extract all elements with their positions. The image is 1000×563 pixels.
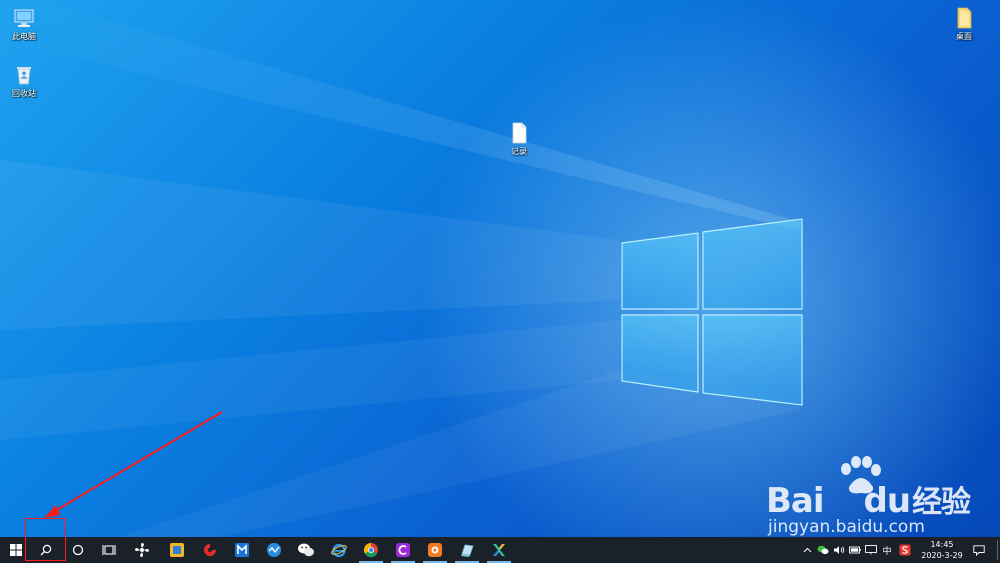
battery-icon xyxy=(849,546,861,554)
wechat-tray-icon xyxy=(817,545,829,555)
purple-c-app-icon xyxy=(396,543,410,557)
taskbar-app-wechat[interactable] xyxy=(290,537,322,563)
show-desktop-button[interactable] xyxy=(995,537,1000,563)
taskbar-app-purple-c[interactable] xyxy=(387,537,419,563)
task-view-icon xyxy=(102,545,116,555)
yellow-box-app-icon xyxy=(170,543,184,557)
computer-icon xyxy=(14,9,34,27)
taskbar-app-colorful-x[interactable] xyxy=(483,537,515,563)
colorful-x-app-icon xyxy=(493,544,505,556)
tray-overflow-button[interactable] xyxy=(800,537,814,563)
taskbar-app-chrome[interactable] xyxy=(355,537,387,563)
network-app-icon xyxy=(267,543,281,557)
taskbar-app-network[interactable] xyxy=(258,537,290,563)
ime-indicator: 中 xyxy=(882,546,892,557)
cortana-circle-icon xyxy=(72,544,84,556)
taskbar: 中 14:45 2020-3-29 xyxy=(0,537,1000,563)
notification-icon xyxy=(973,544,985,556)
folder-icon xyxy=(957,7,972,29)
desktop-icon-label: 回收站 xyxy=(12,89,36,98)
taskbar-app-ie[interactable] xyxy=(323,537,355,563)
display-icon xyxy=(865,545,877,555)
tray-volume[interactable] xyxy=(832,537,846,563)
taskbar-app-yellow-box[interactable] xyxy=(161,537,193,563)
recycle-bin-icon xyxy=(17,67,31,85)
chevron-up-icon xyxy=(803,547,811,553)
tray-battery[interactable] xyxy=(848,537,862,563)
action-center-button[interactable] xyxy=(970,537,988,563)
desktop-icon-label: 桌面 xyxy=(956,32,972,41)
desktop-icon-recycle-bin[interactable]: 回收站 xyxy=(0,63,48,99)
taskbar-app-red-swirl[interactable] xyxy=(194,537,226,563)
wechat-icon xyxy=(298,543,314,557)
taskbar-app-notebook[interactable] xyxy=(451,537,483,563)
search-button[interactable] xyxy=(30,537,62,563)
tray-display[interactable] xyxy=(864,537,878,563)
show-desktop-divider xyxy=(997,540,998,560)
chrome-icon xyxy=(363,542,378,558)
search-icon xyxy=(40,544,52,556)
clock-date: 2020-3-29 xyxy=(921,551,963,560)
windows-wallpaper xyxy=(0,0,1000,537)
start-button[interactable] xyxy=(0,537,32,563)
tray-sogou[interactable] xyxy=(897,537,913,563)
internet-explorer-icon xyxy=(331,543,347,558)
desktop-icon-this-pc[interactable]: 此电脑 xyxy=(0,6,48,42)
desktop-icon-folder[interactable]: 桌面 xyxy=(940,6,988,42)
sogou-icon xyxy=(899,544,911,556)
taskbar-app-orange[interactable] xyxy=(419,537,451,563)
desktop-icon-label: 此电脑 xyxy=(12,32,36,41)
taskbar-app-blue-m[interactable] xyxy=(226,537,258,563)
fan-app-icon xyxy=(135,543,149,557)
orange-app-icon xyxy=(428,543,442,557)
tray-wechat[interactable] xyxy=(815,537,831,563)
taskbar-clock[interactable]: 14:45 2020-3-29 xyxy=(914,539,970,561)
desktop-icon-text-file[interactable]: 记录 xyxy=(495,121,543,157)
windows-start-icon xyxy=(10,544,22,556)
notebook-app-icon xyxy=(461,544,474,557)
text-file-icon xyxy=(512,122,527,144)
task-view-button[interactable] xyxy=(93,537,125,563)
clock-time: 14:45 xyxy=(930,540,954,549)
desktop-icon-label: 记录 xyxy=(511,147,527,156)
taskbar-app-fan[interactable] xyxy=(126,537,158,563)
volume-icon xyxy=(834,546,845,554)
red-swirl-app-icon xyxy=(204,544,216,556)
desktop[interactable]: 此电脑 回收站 记录 桌面 Bai du经验 jingyan.baidu.com xyxy=(0,0,1000,537)
cortana-button[interactable] xyxy=(62,537,94,563)
blue-m-app-icon xyxy=(235,543,249,557)
tray-ime[interactable]: 中 xyxy=(879,537,895,563)
